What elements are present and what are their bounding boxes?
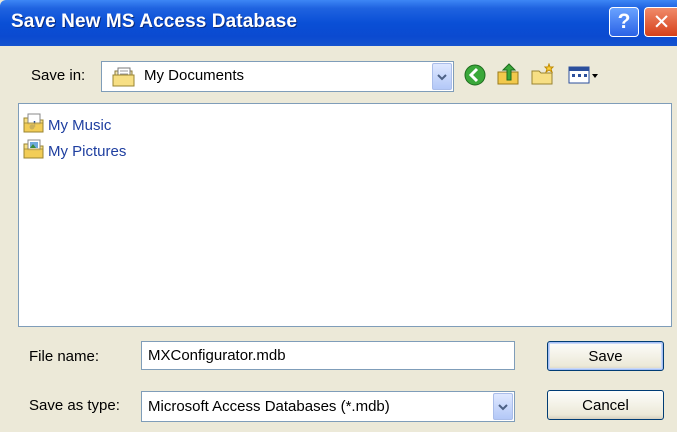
- close-button[interactable]: ✕: [644, 7, 677, 37]
- save-in-value: My Documents: [144, 67, 245, 84]
- save-in-dropdown[interactable]: My Documents: [101, 61, 454, 92]
- file-name-label: My Pictures: [48, 142, 127, 160]
- title-bar[interactable]: Save New MS Access Database ? ✕: [0, 0, 677, 46]
- up-folder-button[interactable]: [494, 63, 524, 91]
- file-item-my-music[interactable]: My Music: [23, 113, 112, 137]
- chevron-down-icon[interactable]: [432, 63, 452, 90]
- new-folder-button[interactable]: [528, 62, 558, 91]
- file-list[interactable]: My Music My Pictures: [18, 103, 672, 327]
- my-documents-icon: [112, 66, 136, 92]
- file-name-label: My Music: [48, 116, 112, 134]
- help-button[interactable]: ?: [609, 7, 639, 37]
- file-name-label: File name:: [29, 348, 100, 365]
- back-arrow-icon: [463, 63, 487, 91]
- back-button[interactable]: [460, 63, 490, 91]
- music-folder-icon: [23, 113, 45, 137]
- file-name-input[interactable]: MXConfigurator.mdb: [141, 341, 515, 370]
- views-menu-button[interactable]: [566, 63, 602, 91]
- chevron-down-icon[interactable]: [493, 393, 513, 420]
- views-icon: [567, 64, 601, 90]
- save-button[interactable]: Save: [547, 341, 664, 371]
- save-as-type-label: Save as type:: [29, 397, 120, 414]
- dialog-title: Save New MS Access Database: [11, 11, 298, 32]
- cancel-button[interactable]: Cancel: [547, 390, 664, 420]
- up-folder-icon: [496, 63, 522, 91]
- save-as-type-dropdown[interactable]: Microsoft Access Databases (*.mdb): [141, 391, 515, 422]
- save-in-label: Save in:: [31, 67, 86, 84]
- file-item-my-pictures[interactable]: My Pictures: [23, 139, 127, 163]
- pictures-folder-icon: [23, 139, 45, 163]
- new-folder-icon: [530, 62, 556, 91]
- save-as-type-value: Microsoft Access Databases (*.mdb): [148, 398, 390, 415]
